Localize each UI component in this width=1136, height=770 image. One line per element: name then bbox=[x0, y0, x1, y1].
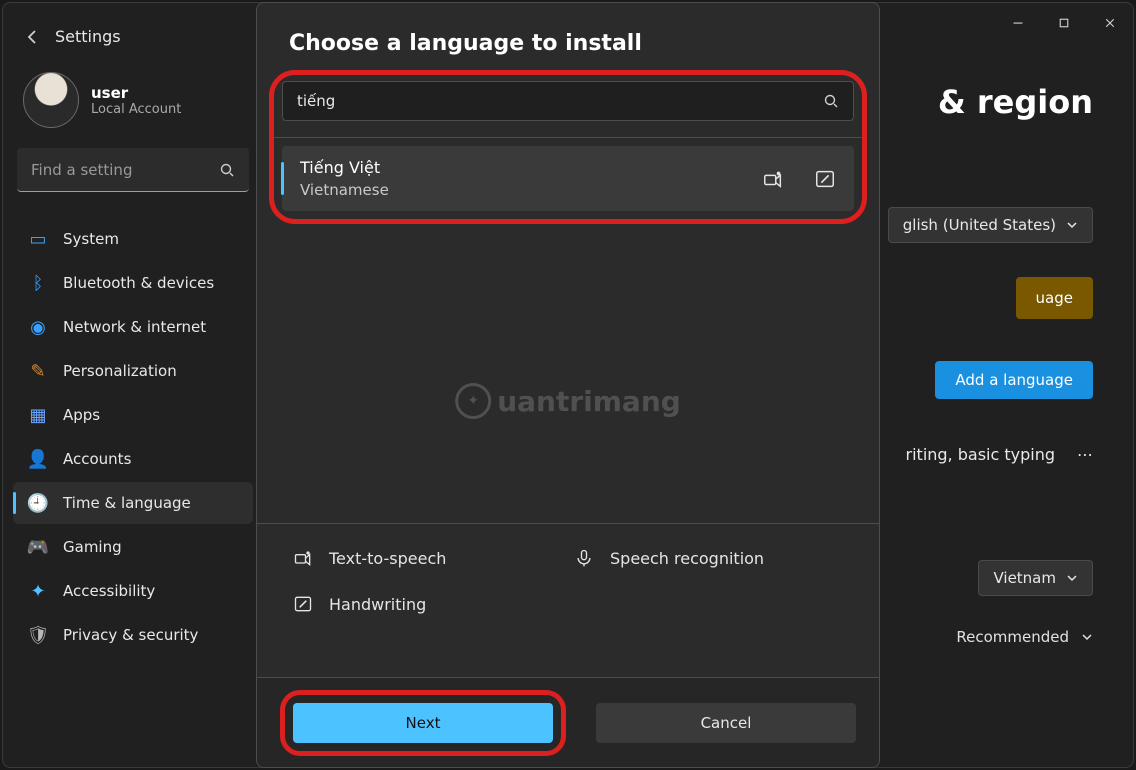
dialog-features: Text-to-speech Speech recognition Handwr… bbox=[257, 523, 879, 614]
dialog-overlay: Choose a language to install tiếng Tiếng… bbox=[0, 0, 1136, 770]
install-language-dialog: Choose a language to install tiếng Tiếng… bbox=[256, 2, 880, 768]
dialog-title: Choose a language to install bbox=[257, 3, 879, 66]
result-feature-icons bbox=[762, 168, 836, 190]
handwriting-icon bbox=[814, 168, 836, 190]
text-to-speech-icon bbox=[762, 168, 784, 190]
result-english-name: Vietnamese bbox=[300, 181, 389, 199]
result-native-name: Tiếng Việt bbox=[300, 158, 389, 177]
next-button[interactable]: Next bbox=[293, 703, 553, 743]
language-search-input[interactable]: tiếng bbox=[282, 81, 854, 121]
dialog-button-bar: Next Cancel bbox=[257, 677, 879, 767]
feature-label: Text-to-speech bbox=[329, 549, 446, 568]
search-value: tiếng bbox=[297, 92, 335, 110]
feature-speech-recognition: Speech recognition bbox=[574, 548, 843, 568]
feature-label: Handwriting bbox=[329, 595, 426, 614]
language-result-vietnamese[interactable]: Tiếng Việt Vietnamese bbox=[282, 146, 854, 211]
highlight-next-button: Next bbox=[280, 690, 566, 756]
text-to-speech-icon bbox=[293, 548, 313, 568]
divider bbox=[274, 137, 862, 138]
feature-text-to-speech: Text-to-speech bbox=[293, 548, 562, 568]
highlight-search-area: tiếng Tiếng Việt Vietnamese bbox=[269, 70, 867, 224]
watermark-q-icon: ✦ bbox=[455, 383, 491, 419]
feature-handwriting: Handwriting bbox=[293, 594, 562, 614]
cancel-button[interactable]: Cancel bbox=[596, 703, 856, 743]
handwriting-icon bbox=[293, 594, 313, 614]
watermark: ✦ uantrimang bbox=[455, 383, 681, 419]
watermark-text: uantrimang bbox=[497, 385, 681, 418]
search-icon bbox=[823, 93, 839, 109]
microphone-icon bbox=[574, 548, 594, 568]
feature-label: Speech recognition bbox=[610, 549, 764, 568]
